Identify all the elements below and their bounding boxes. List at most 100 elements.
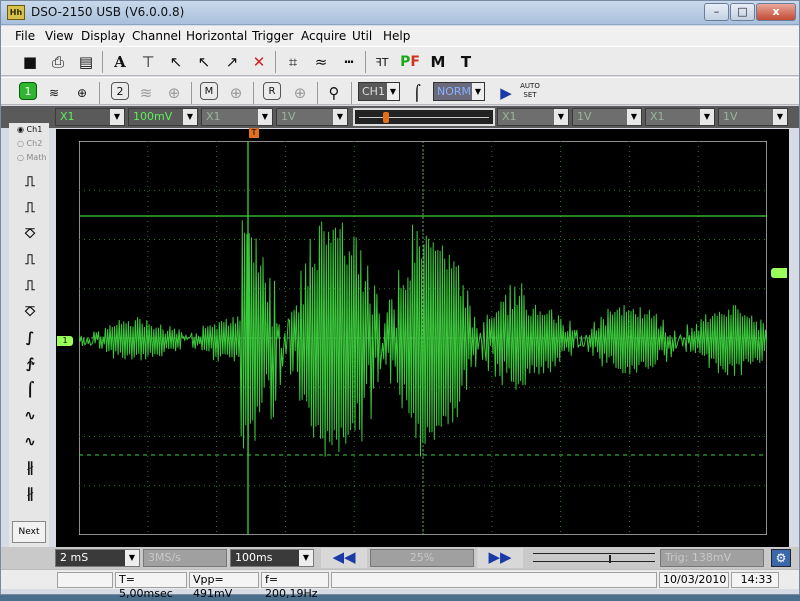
trigger-position-indicator[interactable] <box>353 108 495 126</box>
menu-acquire[interactable]: Acquire <box>301 29 346 43</box>
run-play-icon[interactable]: ▶ <box>495 82 517 104</box>
menu-util[interactable]: Util <box>352 29 372 43</box>
timer-icon[interactable]: T <box>455 51 477 73</box>
ch1-level-marker[interactable]: 1 <box>57 336 73 346</box>
waveform-icon[interactable]: ≈ <box>310 51 332 73</box>
positive-pulse-icon[interactable]: ⎍ <box>20 197 40 219</box>
sample-rate-value: 3MS/s <box>148 551 181 564</box>
chevron-down-icon: ▼ <box>299 550 313 566</box>
slider-thumb[interactable] <box>609 555 611 563</box>
pulse-train-icon[interactable]: ⎍ <box>20 249 40 271</box>
window-title: DSO-2150 USB (V6.0.0.8) <box>31 5 185 19</box>
menu-help[interactable]: Help <box>383 29 410 43</box>
channel-toolbar: 1 ≋ ⊕ 2 ≋ ⊕ M ⊕ R ⊕ ⚲ CH1 ▼ ⌠ NORM ▼ ▶ AUT… <box>1 77 799 105</box>
menu-file[interactable]: File <box>15 29 35 43</box>
ch2-enable-icon[interactable]: 2 <box>111 82 129 100</box>
oscilloscope-screen[interactable] <box>79 141 767 535</box>
menu-channel[interactable]: Channel <box>132 29 181 43</box>
menu-horizontal[interactable]: Horizontal <box>186 29 247 43</box>
close-button[interactable]: x <box>756 3 796 21</box>
record-length-select[interactable]: 100ms ▼ <box>230 549 314 567</box>
ch3-volts-select[interactable]: 1V ▼ <box>572 108 642 126</box>
chevron-down-icon: ▼ <box>554 109 568 125</box>
measure-icon[interactable]: M <box>427 51 449 73</box>
ch1-probe-select[interactable]: X1 ▼ <box>55 108 125 126</box>
radio-math[interactable]: ○ Math <box>17 153 47 162</box>
next-button[interactable]: Next <box>12 521 46 543</box>
cursor-tool-icon[interactable]: ↖ <box>165 51 187 73</box>
print-preview-icon[interactable]: ▤ <box>75 51 97 73</box>
scroll-right-icon[interactable]: ▶▶ <box>477 548 523 568</box>
menu-display[interactable]: Display <box>81 29 125 43</box>
search-icon[interactable]: ⚲ <box>323 82 345 104</box>
ch1-wave-icon[interactable]: ≋ <box>43 82 65 104</box>
auto-set-button[interactable]: AUTO SET <box>518 82 542 102</box>
pointer-move-icon[interactable]: ↗ <box>221 51 243 73</box>
ch2-probe-select[interactable]: X1 ▼ <box>201 108 273 126</box>
minimize-button[interactable]: – <box>704 3 729 21</box>
clear-cursor-icon[interactable]: ✕ <box>248 51 270 73</box>
title-bar: Hh DSO-2150 USB (V6.0.0.8) – □ x <box>1 1 799 25</box>
save-icon[interactable]: ■ <box>19 51 41 73</box>
trigger-source-select[interactable]: CH1 ▼ <box>358 82 400 101</box>
menu-trigger[interactable]: Trigger <box>252 29 293 43</box>
radio-ch1[interactable]: ◉ Ch1 <box>17 125 42 134</box>
maximize-button[interactable]: □ <box>730 3 755 21</box>
ch4-volts-select[interactable]: 1V ▼ <box>718 108 788 126</box>
duty-cycle-icon[interactable]: ⎍ <box>20 275 40 297</box>
fft-icon[interactable]: ꟻT <box>371 51 393 73</box>
app-window: Hh DSO-2150 USB (V6.0.0.8) – □ x File Vi… <box>0 0 800 600</box>
timebase-value: 2 mS <box>60 551 89 564</box>
ch2-volts-select[interactable]: 1V ▼ <box>276 108 348 126</box>
fall-time-icon[interactable]: ∱ <box>20 353 40 375</box>
radio-ch1-label: Ch1 <box>26 125 43 134</box>
ch1-zoom-icon[interactable]: ⊕ <box>71 82 93 104</box>
trigger-position-marker[interactable]: T <box>249 128 259 138</box>
ch1-enable-icon[interactable]: 1 <box>19 82 37 100</box>
ch4-probe-select[interactable]: X1 ▼ <box>645 108 715 126</box>
zoom-box-icon[interactable]: ⌗ <box>282 51 304 73</box>
slope-icon[interactable]: ⌠ <box>20 379 40 401</box>
trigger-level-slider[interactable] <box>533 551 655 565</box>
settings-icon[interactable]: ⚙ <box>771 549 791 567</box>
status-frequency: f= 200,19Hz <box>261 572 329 600</box>
math-enable-icon[interactable]: M <box>200 82 218 100</box>
ref-enable-icon[interactable]: R <box>263 82 281 100</box>
rise-overshoot-icon[interactable]: ∿ <box>20 405 40 427</box>
low-pulse-icon[interactable]: ⎏ <box>20 301 40 323</box>
ch2-zoom-icon[interactable]: ⊕ <box>163 82 185 104</box>
pointer-icon[interactable]: ↖ <box>193 51 215 73</box>
status-empty-cell <box>57 572 113 588</box>
sample-rate-display: 3MS/s <box>143 549 227 567</box>
math-zoom-icon[interactable]: ⊕ <box>225 82 247 104</box>
rise-time-icon[interactable]: ∫ <box>20 327 40 349</box>
toolbar-separator <box>253 82 254 104</box>
pass-fail-icon[interactable]: PF <box>399 51 421 73</box>
rising-edge-icon[interactable]: ⌠ <box>406 82 428 104</box>
scroll-left-icon[interactable]: ◀◀ <box>321 548 367 568</box>
status-message-cell <box>331 572 657 588</box>
rise-preshoot-icon[interactable]: ∦ <box>20 457 40 479</box>
ch4-volts-value: 1V <box>723 110 738 123</box>
menu-bar: File View Display Channel Horizontal Tri… <box>1 26 799 46</box>
menu-view[interactable]: View <box>45 29 73 43</box>
ch1-volts-select[interactable]: 100mV ▼ <box>128 108 198 126</box>
cursor-tool-icon[interactable]: ⊤ <box>137 51 159 73</box>
print-icon[interactable]: ⎙ <box>47 51 69 73</box>
timebase-select[interactable]: 2 mS ▼ <box>55 549 140 567</box>
trigger-marker-icon[interactable] <box>383 112 389 123</box>
ch3-probe-select[interactable]: X1 ▼ <box>497 108 569 126</box>
ref-zoom-icon[interactable]: ⊕ <box>289 82 311 104</box>
negative-pulse-icon[interactable]: ⎏ <box>20 223 40 245</box>
radio-ch2[interactable]: ○ Ch2 <box>17 139 42 148</box>
ch2-wave-icon[interactable]: ≋ <box>135 82 157 104</box>
toolbar-separator <box>351 82 352 104</box>
dashed-line-icon[interactable]: ┅ <box>338 51 360 73</box>
pulse-width-icon[interactable]: ⎍ <box>20 171 40 193</box>
fall-overshoot-icon[interactable]: ∿ <box>20 431 40 453</box>
fall-preshoot-icon[interactable]: ∦ <box>20 483 40 505</box>
toolbar-separator <box>365 51 366 73</box>
trigger-level-marker[interactable] <box>771 268 787 278</box>
text-tool-icon[interactable]: A <box>109 51 131 73</box>
trigger-mode-select[interactable]: NORM ▼ <box>433 82 485 101</box>
